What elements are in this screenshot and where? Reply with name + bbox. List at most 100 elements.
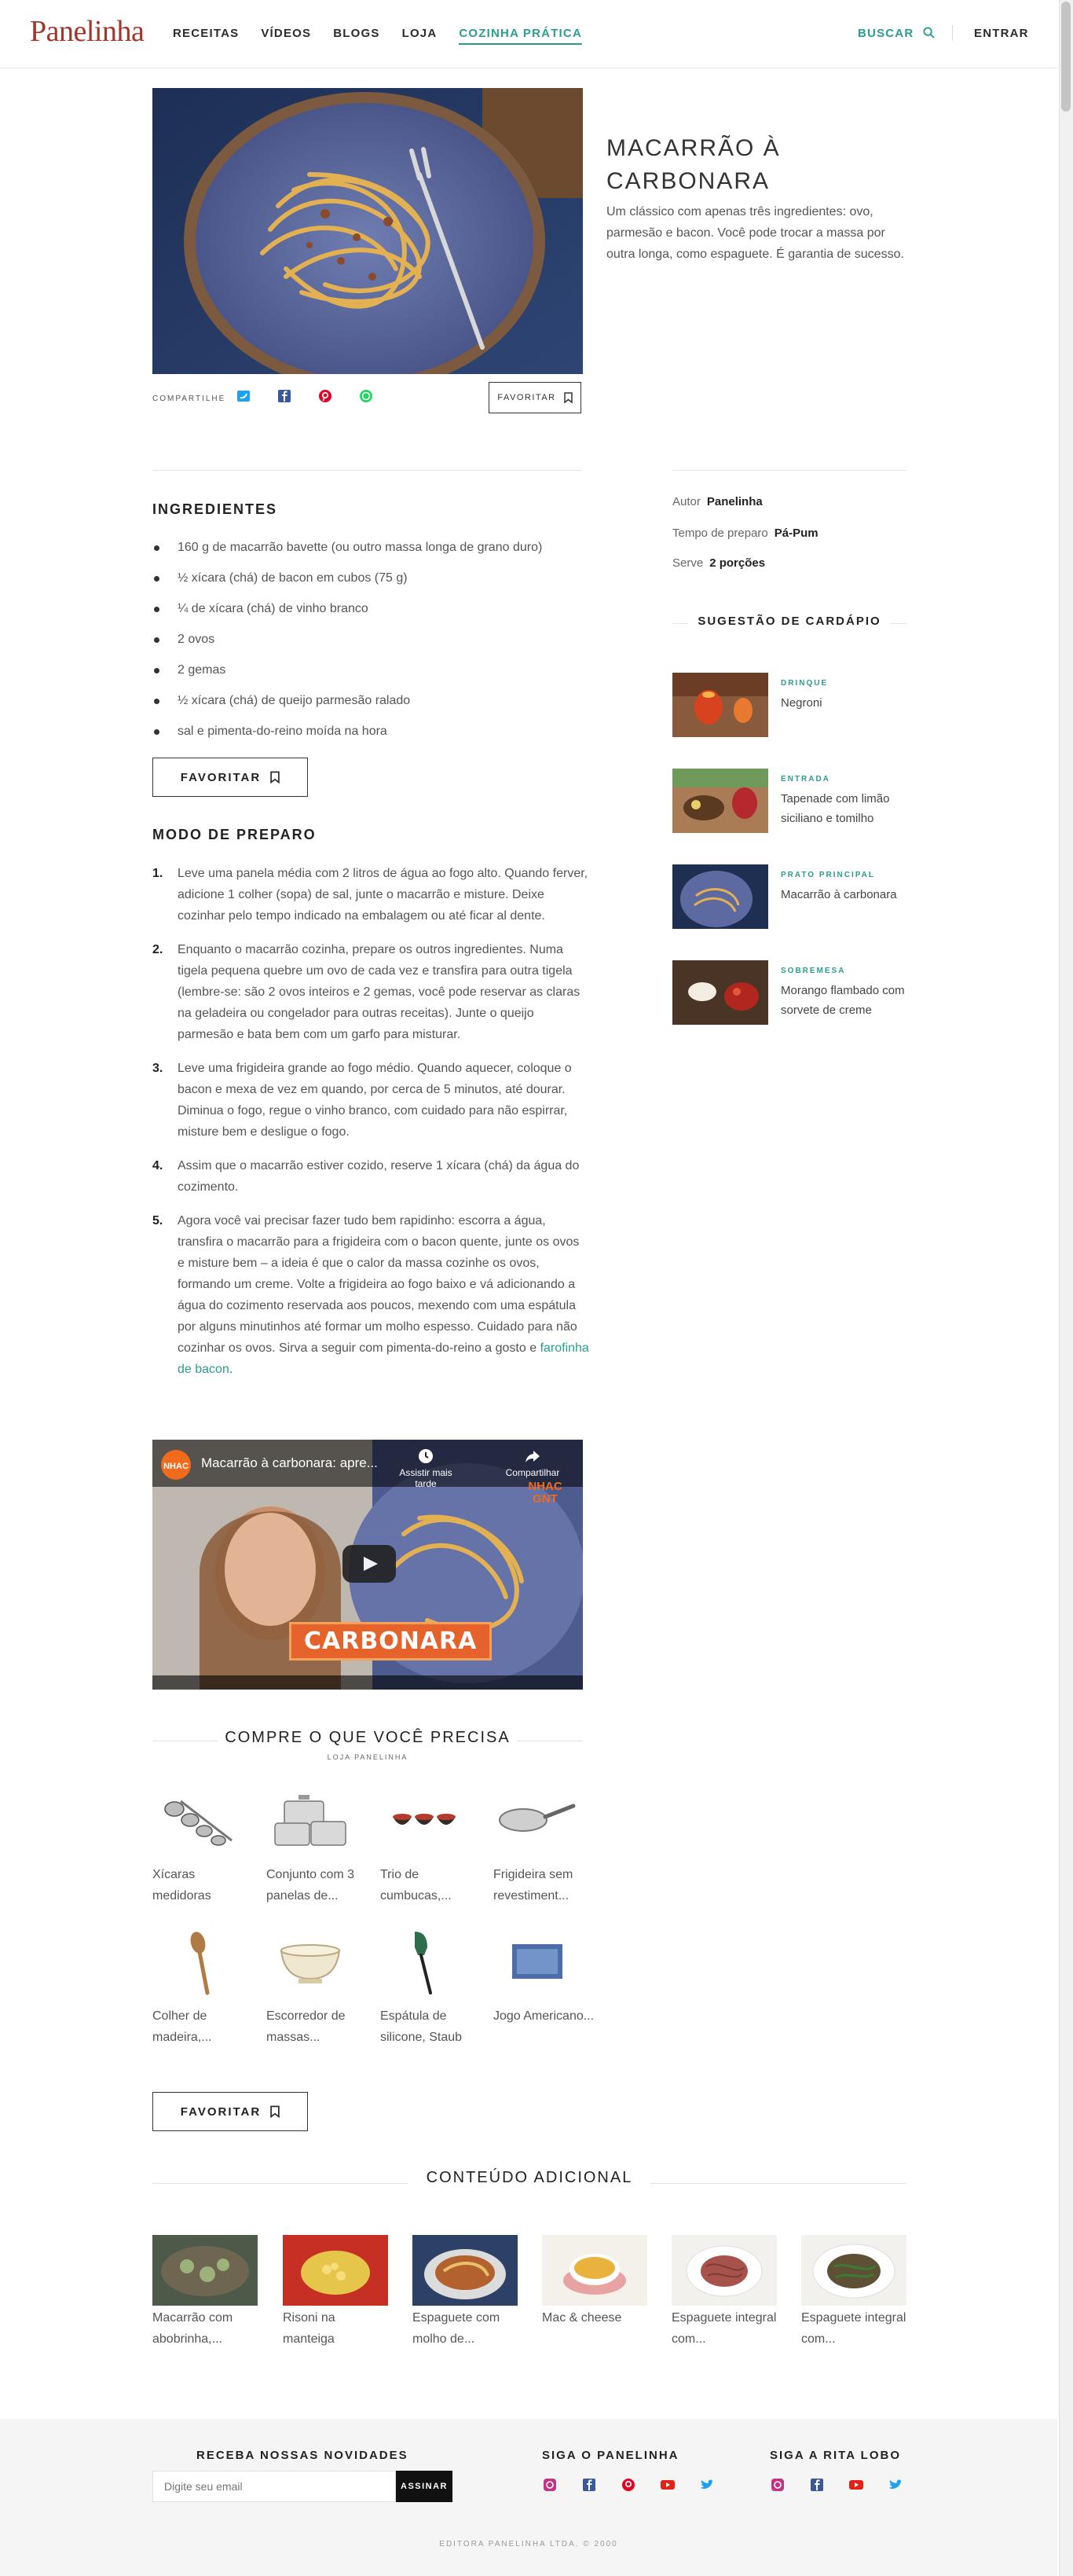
frying-pan-icon[interactable] xyxy=(495,1785,581,1856)
serves-label: Serve xyxy=(672,556,704,570)
twitter-icon[interactable] xyxy=(888,2477,903,2493)
shop-item-name[interactable]: Frigideira sem revestiment... xyxy=(493,1864,595,1906)
extra-item-name[interactable]: Macarrão com abobrinha,... xyxy=(152,2307,258,2350)
pinterest-icon[interactable] xyxy=(317,388,333,404)
header-divider xyxy=(952,25,953,41)
suggestion-category: PRATO PRINCIPAL xyxy=(781,871,876,879)
step-text: Assim que o macarrão estiver cozido, res… xyxy=(178,1159,580,1194)
play-icon xyxy=(364,1557,378,1571)
share-label: COMPARTILHE xyxy=(152,394,226,403)
suggestion-thumb[interactable] xyxy=(672,769,768,833)
shop-item-name[interactable]: Escorredor de massas... xyxy=(266,2005,368,2048)
extra-thumb[interactable] xyxy=(672,2235,777,2306)
facebook-icon[interactable] xyxy=(809,2477,825,2493)
newsletter-email-input[interactable] xyxy=(152,2471,396,2502)
extra-item-name[interactable]: Mac & cheese xyxy=(542,2307,647,2328)
twitter-icon[interactable] xyxy=(699,2477,715,2493)
wooden-spoon-icon[interactable] xyxy=(157,1927,244,1998)
ingredients-title: INGREDIENTES xyxy=(152,501,278,517)
spatula-icon[interactable] xyxy=(382,1927,468,1998)
youtube-icon[interactable] xyxy=(848,2477,864,2493)
extra-thumb[interactable] xyxy=(542,2235,647,2306)
shop-item-name[interactable]: Jogo Americano... xyxy=(493,2005,595,2027)
youtube-icon[interactable] xyxy=(660,2477,676,2493)
extra-thumb[interactable] xyxy=(152,2235,258,2306)
login-button[interactable]: ENTRAR xyxy=(974,27,1029,40)
prep-time-value: Pá-Pum xyxy=(774,527,818,540)
follow-rita-title: SIGA A RITA LOBO xyxy=(770,2449,901,2462)
bowls-icon[interactable] xyxy=(382,1785,468,1856)
video-player[interactable]: NHAC Macarrão à carbonara: apre... Assis… xyxy=(152,1440,583,1690)
extra-thumb[interactable] xyxy=(283,2235,388,2306)
follow-panelinha-title: SIGA O PANELINHA xyxy=(542,2449,679,2462)
search-icon xyxy=(923,27,935,39)
step-text: Leve uma frigideira grande ao fogo médio… xyxy=(178,1062,572,1139)
twitter-icon[interactable] xyxy=(236,388,251,404)
extra-item-name[interactable]: Espaguete integral com... xyxy=(801,2307,906,2350)
nav-receitas[interactable]: RECEITAS xyxy=(173,27,239,45)
play-button[interactable] xyxy=(342,1545,396,1583)
suggestion-name[interactable]: Tapenade com limão siciliano e tomilho xyxy=(781,789,906,828)
suggestion-thumb[interactable] xyxy=(672,960,768,1025)
favorite-button-bottom[interactable]: FAVORITAR xyxy=(152,2092,308,2131)
shop-section-header: COMPRE O QUE VOCÊ PRECISA LOJA PANELINHA xyxy=(152,1729,583,1761)
author-value[interactable]: Panelinha xyxy=(707,495,763,508)
suggestion-name[interactable]: Negroni xyxy=(781,693,906,713)
suggestion-name[interactable]: Macarrão à carbonara xyxy=(781,885,906,905)
scrollbar-thumb[interactable] xyxy=(1061,2,1071,112)
video-title[interactable]: Macarrão à carbonara: apre... xyxy=(201,1455,378,1471)
shop-item-name[interactable]: Conjunto com 3 panelas de... xyxy=(266,1864,368,1906)
favorite-button[interactable]: FAVORITAR xyxy=(152,758,308,797)
step-text: Leve uma panela média com 2 litros de ág… xyxy=(178,867,588,923)
serves-row: Serve 2 porções xyxy=(672,556,765,570)
subscribe-button[interactable]: ASSINAR xyxy=(396,2471,452,2502)
nav-videos[interactable]: VÍDEOS xyxy=(261,27,311,45)
extra-thumb[interactable] xyxy=(801,2235,906,2306)
video-share-button[interactable]: Compartilhar xyxy=(495,1448,570,1478)
shop-item-name[interactable]: Espátula de silicone, Staub xyxy=(380,2005,482,2048)
extra-item-name[interactable]: Espaguete com molho de... xyxy=(412,2307,518,2350)
prep-time-label: Tempo de preparo xyxy=(672,527,768,540)
watch-later-label: Assistir mais tarde xyxy=(399,1467,452,1489)
extra-content-title: CONTEÚDO ADICIONAL xyxy=(426,2169,633,2186)
suggestion-thumb[interactable] xyxy=(672,673,768,737)
suggestion-name[interactable]: Morango flambado com sorvete de creme xyxy=(781,981,906,1020)
extra-item-name[interactable]: Espaguete integral com... xyxy=(672,2307,777,2350)
placemat-icon[interactable] xyxy=(495,1927,581,1998)
favorite-label: FAVORITAR xyxy=(497,393,556,402)
extra-thumb[interactable] xyxy=(412,2235,518,2306)
recipe-intro: Um clássico com apenas três ingredientes… xyxy=(606,205,904,261)
pan-set-icon[interactable] xyxy=(267,1785,353,1856)
facebook-icon[interactable] xyxy=(581,2477,597,2493)
step-item: 2. Enquanto o macarrão cozinha, prepare o… xyxy=(152,939,589,1045)
shop-item-name[interactable]: Xícaras medidoras xyxy=(152,1864,255,1906)
ingredient-item: 2 ovos xyxy=(152,629,592,660)
pinterest-icon[interactable] xyxy=(621,2477,636,2493)
svg-text:NHAC: NHAC xyxy=(163,1462,189,1471)
menu-suggestion-title: SUGESTÃO DE CARDÁPIO xyxy=(698,615,881,628)
measuring-cups-icon[interactable] xyxy=(157,1785,244,1856)
newsletter-title: RECEBA NOSSAS NOVIDADES xyxy=(196,2449,408,2462)
nav-cozinha-pratica[interactable]: COZINHA PRÁTICA xyxy=(459,27,582,45)
whatsapp-icon[interactable] xyxy=(358,388,374,404)
colander-icon[interactable] xyxy=(267,1927,353,1998)
nav-loja[interactable]: LOJA xyxy=(402,27,438,45)
instagram-icon[interactable] xyxy=(542,2477,558,2493)
scrollbar[interactable] xyxy=(1059,0,1073,2576)
favorite-label: FAVORITAR xyxy=(180,2104,262,2119)
logo[interactable]: Panelinha xyxy=(30,14,145,49)
search-button[interactable]: BUSCAR xyxy=(858,27,935,40)
instagram-icon[interactable] xyxy=(770,2477,786,2493)
nav-blogs[interactable]: BLOGS xyxy=(333,27,379,45)
favorite-button-small[interactable]: FAVORITAR xyxy=(489,382,581,413)
shop-item-name[interactable]: Colher de madeira,... xyxy=(152,2005,255,2048)
suggestion-thumb[interactable] xyxy=(672,864,768,929)
watch-later-button[interactable]: Assistir mais tarde xyxy=(388,1448,463,1489)
facebook-icon[interactable] xyxy=(276,388,292,404)
extra-item-name[interactable]: Risoni na manteiga xyxy=(283,2307,388,2350)
shop-item-name[interactable]: Trio de cumbucas,... xyxy=(380,1864,482,1906)
step-number: 5. xyxy=(152,1214,163,1227)
shop-subtitle: LOJA PANELINHA xyxy=(327,1753,408,1761)
share-label: Compartilhar xyxy=(505,1467,560,1478)
ingredient-item: sal e pimenta-do-reino moída na hora xyxy=(152,721,592,752)
